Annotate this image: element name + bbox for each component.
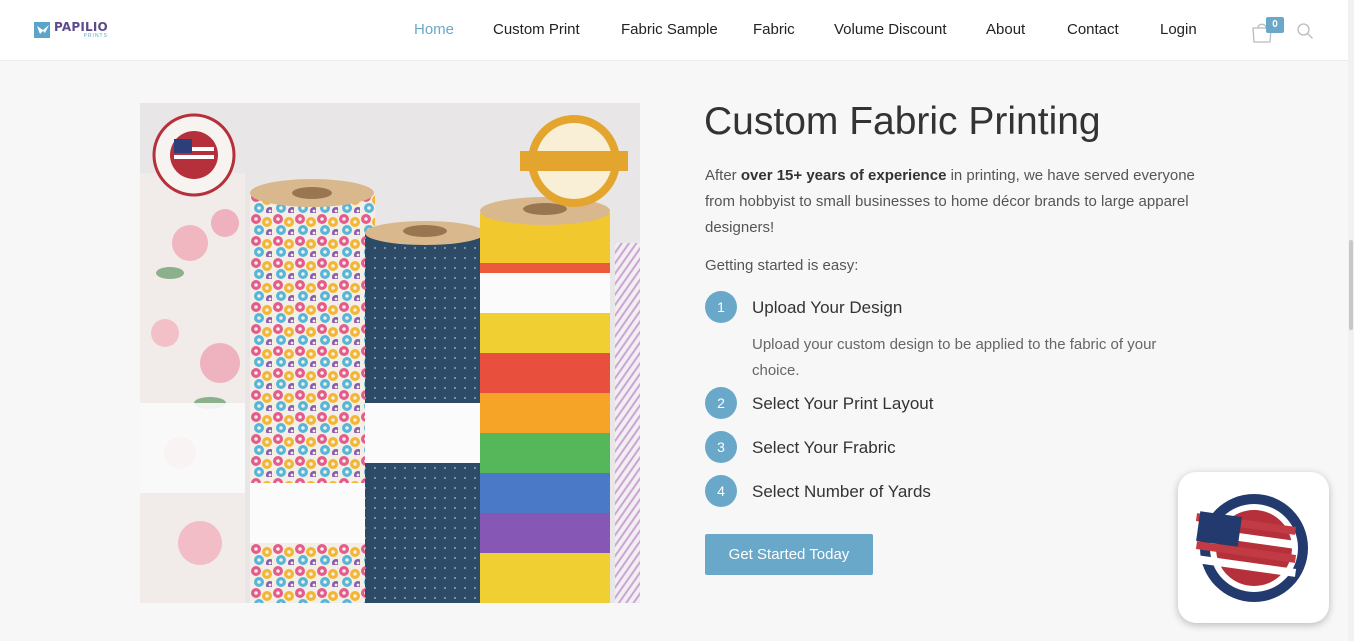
get-started-button[interactable]: Get Started Today [705,534,873,575]
nav-home[interactable]: Home [414,21,454,38]
nav-login[interactable]: Login [1160,21,1197,38]
butterfly-logo-icon [34,22,50,38]
nav-fabric[interactable]: Fabric [753,21,795,38]
step-label: Select Your Print Layout [752,394,934,413]
getting-started-text: Getting started is easy: [705,257,859,274]
step-label: Select Number of Yards [752,482,931,501]
step-number: 3 [705,431,737,463]
scrollbar-thumb[interactable] [1349,240,1353,330]
made-in-usa-stamp [152,113,236,197]
site-header: PAPILIO PRINTS Home Custom Print Fabric … [0,0,1354,61]
intro-highlight: over 15+ years of experience [740,167,947,184]
page-title: Custom Fabric Printing [704,100,1101,143]
fabric-rolls-illustration [140,103,640,603]
intro-prefix: After [705,167,741,184]
nav-custom-print[interactable]: Custom Print [493,21,580,38]
step-number: 1 [705,291,737,323]
nav-contact[interactable]: Contact [1067,21,1119,38]
usa-flag-seal-icon [1195,494,1308,602]
logo[interactable]: PAPILIO PRINTS [34,20,108,40]
step-label: Upload Your Design [752,298,903,317]
step-number: 4 [705,475,737,507]
logo-name: PAPILIO [54,20,108,34]
step-number: 2 [705,387,737,419]
made-in-usa-badge[interactable] [1178,472,1329,623]
nav-fabric-sample[interactable]: Fabric Sample [621,21,718,38]
cart-count-badge: 0 [1266,17,1284,33]
step-1-description: Upload your custom design to be applied … [752,336,1157,379]
step-label: Select Your Frabric [752,438,896,457]
search-icon[interactable] [1296,22,1314,40]
fabric-rolls-image [140,103,640,603]
nav-about[interactable]: About [986,21,1025,38]
intro-paragraph: After over 15+ years of experience in pr… [705,163,1215,241]
nav-volume-discount[interactable]: Volume Discount [834,21,947,38]
